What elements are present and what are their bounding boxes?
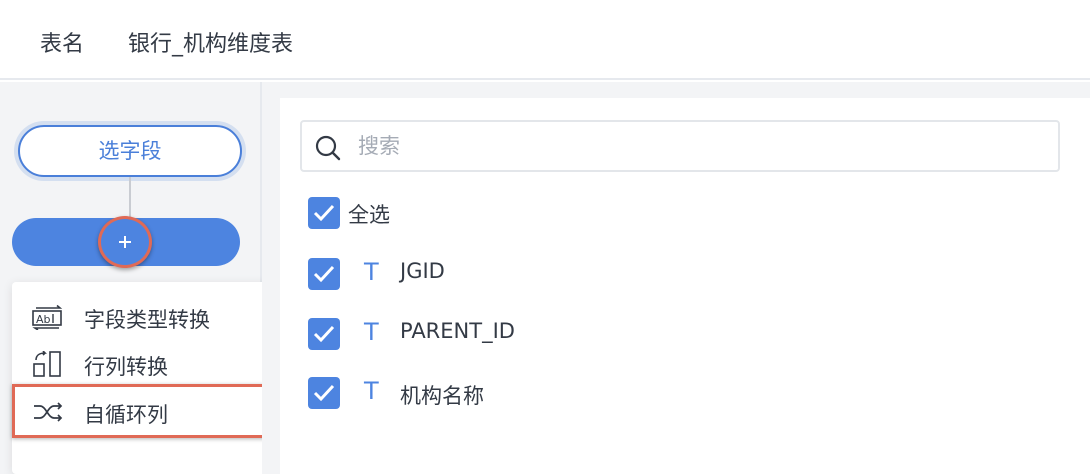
- table-name-label: 表名: [40, 32, 85, 57]
- select-fields-node[interactable]: 选字段: [18, 125, 242, 177]
- shuffle-loop-icon: [34, 402, 63, 422]
- select-all-checkbox[interactable]: [308, 197, 340, 229]
- add-step-menu: Ab 字段类型转换 行列转换 自循环列: [12, 282, 291, 474]
- menu-item-field-type-convert[interactable]: Ab 字段类型转换: [12, 294, 291, 340]
- table-name-value: 银行_机构维度表: [128, 32, 294, 57]
- menu-item-row-column-transpose[interactable]: 行列转换: [12, 341, 291, 387]
- field-type-convert-icon: Ab: [32, 304, 63, 330]
- text-type-icon: T: [364, 258, 379, 286]
- field-name: 机构名称: [400, 384, 484, 408]
- field-checkbox[interactable]: [308, 377, 340, 409]
- select-all-label: 全选: [348, 203, 390, 227]
- menu-item-label: 字段类型转换: [84, 308, 210, 332]
- text-type-icon: T: [364, 377, 379, 405]
- row-column-transpose-icon: [33, 351, 61, 377]
- checkmark-icon: [313, 384, 335, 402]
- field-name: JGID: [400, 259, 445, 283]
- checkmark-icon: [313, 265, 335, 283]
- menu-item-label: 行列转换: [84, 355, 168, 379]
- add-step-button[interactable]: [98, 216, 152, 268]
- checkmark-icon: [313, 204, 335, 222]
- menu-item-label: 自循环列: [84, 403, 168, 427]
- search-icon: [315, 135, 341, 161]
- field-name: PARENT_ID: [400, 319, 515, 343]
- menu-item-self-loop-column[interactable]: 自循环列: [12, 389, 291, 435]
- table-header: 表名 银行_机构维度表: [0, 0, 1090, 80]
- svg-text:Ab: Ab: [36, 313, 51, 326]
- field-checkbox[interactable]: [308, 258, 340, 290]
- checkmark-icon: [313, 325, 335, 343]
- field-checkbox[interactable]: [308, 318, 340, 350]
- search-input[interactable]: [358, 130, 1038, 162]
- flow-connector: [129, 177, 131, 220]
- text-type-icon: T: [364, 318, 379, 346]
- field-search-box[interactable]: [300, 120, 1060, 172]
